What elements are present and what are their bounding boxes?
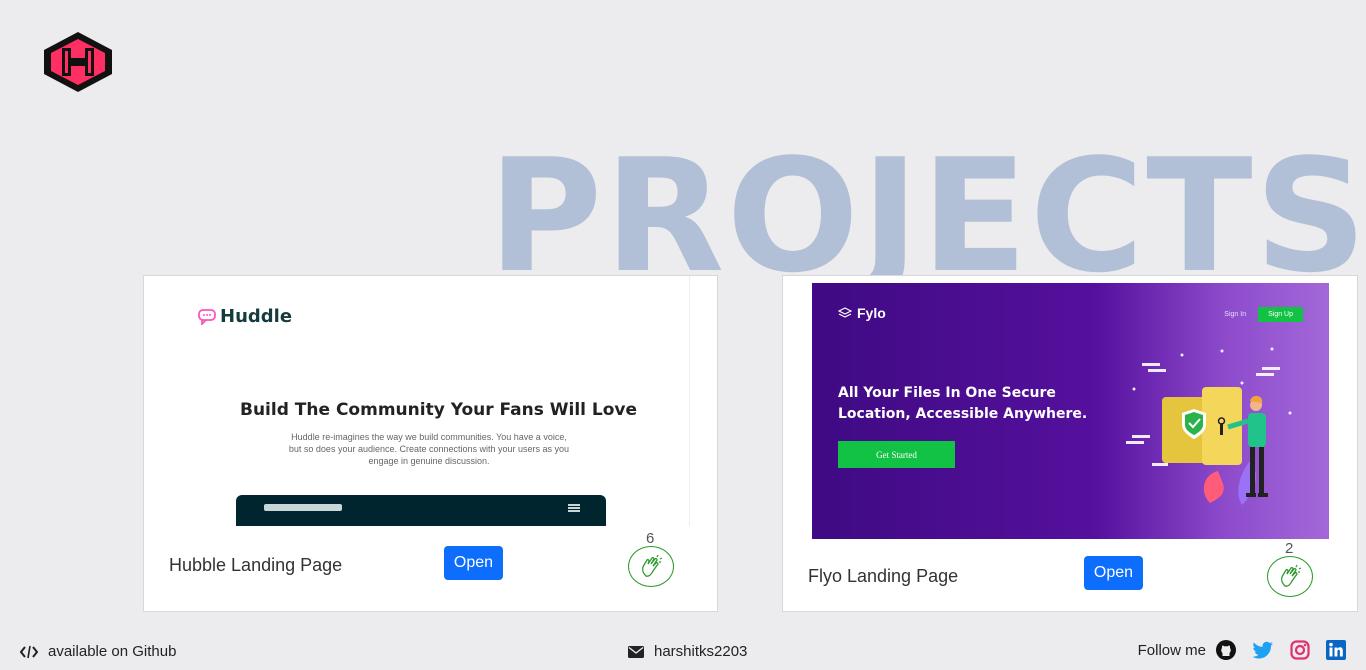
chat-bubble-icon	[198, 308, 216, 325]
project-title: Flyo Landing Page	[808, 566, 959, 586]
linkedin-icon[interactable]	[1326, 640, 1346, 660]
fylo-nav: Sign In Sign Up	[1224, 307, 1303, 322]
projects-heading: PROJECTS	[488, 125, 1366, 307]
open-project-button[interactable]: Open	[1084, 556, 1143, 590]
fylo-signin-link: Sign In	[1224, 311, 1247, 318]
email-link[interactable]: harshitks2203	[628, 643, 747, 660]
footer: available on Github harshitks2203 Follow…	[0, 634, 1366, 670]
site-logo[interactable]	[40, 30, 116, 94]
clap-button[interactable]	[628, 546, 674, 587]
fylo-headline: All Your Files In One Secure Location, A…	[838, 385, 1088, 422]
clap-count: 2	[1285, 540, 1294, 557]
fylo-brand: Fylo	[838, 305, 886, 321]
project-card-huddle: Huddle Build The Community Your Fans Wil…	[143, 275, 718, 612]
fylo-brand-label: Fylo	[857, 305, 886, 321]
fylo-get-started-button: Get Started	[838, 441, 955, 468]
huddle-brand: Huddle	[198, 306, 292, 327]
fylo-signup-button: Sign Up	[1258, 307, 1303, 322]
follow-label: Follow me	[1137, 641, 1206, 659]
github-source-label: available on Github	[48, 643, 177, 660]
github-source-link[interactable]: available on Github	[20, 643, 176, 660]
project-title: Hubble Landing Page	[169, 555, 343, 575]
layers-icon	[838, 307, 852, 318]
clapping-hands-icon	[1281, 564, 1302, 587]
huddle-headline: Build The Community Your Fans Will Love	[240, 400, 638, 420]
instagram-icon[interactable]	[1290, 640, 1310, 660]
secure-folder-illustration	[1126, 347, 1292, 505]
social-links: Follow me	[1138, 640, 1346, 660]
twitter-icon[interactable]	[1252, 641, 1274, 659]
huddle-brand-label: Huddle	[220, 306, 293, 327]
hexagon-h-logo-icon	[44, 32, 112, 92]
open-project-button[interactable]: Open	[444, 546, 503, 580]
project-preview-fylo[interactable]: Fylo Sign In Sign Up All Your Files In O…	[812, 283, 1329, 539]
project-preview-huddle[interactable]: Huddle Build The Community Your Fans Wil…	[144, 276, 690, 526]
envelope-icon	[628, 645, 644, 658]
clap-count: 6	[646, 530, 655, 547]
github-icon[interactable]	[1216, 640, 1236, 660]
hamburger-menu-icon	[568, 504, 580, 512]
clap-button[interactable]	[1267, 556, 1313, 597]
mockup-search-bar	[264, 504, 342, 511]
huddle-body: Huddle re-imagines the way we build comm…	[288, 432, 570, 466]
email-label: harshitks2203	[654, 643, 748, 660]
project-card-fylo: Fylo Sign In Sign Up All Your Files In O…	[782, 275, 1358, 612]
code-icon	[20, 645, 38, 658]
clapping-hands-icon	[642, 554, 663, 577]
huddle-app-mockup	[236, 495, 606, 526]
